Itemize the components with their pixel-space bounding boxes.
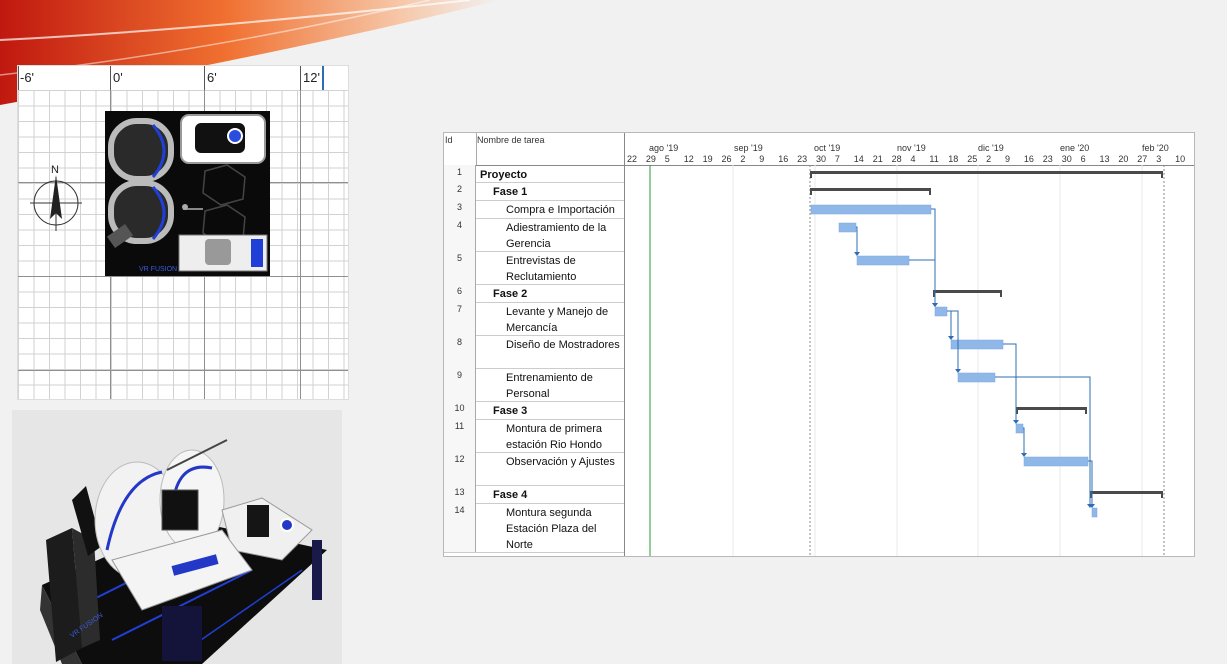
ruler-label: 0' [113,70,123,85]
task-id: 11 [444,419,476,452]
task-row[interactable]: 9 Entrenamiento de Personal [444,368,624,402]
task-bar [1015,423,1024,434]
task-name[interactable]: Diseño de Mostradores [506,337,622,353]
dependency-link [909,259,936,305]
task-id: 12 [444,452,476,485]
compass-icon: N [30,164,82,231]
summary-bar [933,290,1002,293]
task-row[interactable]: 3 Compra e Importación [444,200,624,219]
task-row[interactable]: 7 Levante y Manejo de Mercancía [444,302,624,336]
summary-bar-cap [929,188,931,195]
column-header-id[interactable]: Id [445,135,453,145]
dependency-arrow [854,252,860,256]
booth-label: VR FUSION [139,266,177,273]
dependency-arrow [932,303,938,307]
booth-3d-render: VR FUSION [12,410,342,664]
summary-bar [810,171,1163,174]
summary-bar-cap [1000,290,1002,297]
summary-bar-cap [1085,407,1087,414]
task-table: Id Nombre de tarea 1 Proyecto 2 Fase 1 3 Comp… [444,133,625,556]
compass-north-label: N [51,164,59,176]
task-name[interactable]: Fase 1 [493,184,622,200]
task-row[interactable]: 1 Proyecto [444,165,624,183]
booth-floor-plan-drawing: VR FUSION [105,111,270,276]
task-row[interactable]: 14 Montura segunda Estación Plaza del Nor… [444,503,624,553]
task-row[interactable]: 4 Adiestramiento de la Gerencia [444,218,624,252]
task-id: 4 [444,218,476,251]
summary-bar-cap [810,188,812,195]
task-row[interactable]: 8 Diseño de Mostradores [444,335,624,369]
task-row[interactable]: 5 Entrevistas de Reclutamiento [444,251,624,285]
ruler-label: 12' [303,70,320,85]
task-name[interactable]: Proyecto [480,167,622,183]
dependency-link [995,376,1091,506]
summary-bar [1016,407,1087,410]
summary-bar [1090,491,1163,494]
task-name[interactable]: Levante y Manejo de Mercancía [506,304,622,336]
task-id: 6 [444,284,476,302]
dependency-arrow [1013,420,1019,424]
task-name[interactable]: Adiestramiento de la Gerencia [506,220,622,252]
task-id: 9 [444,368,476,401]
task-bar [1091,507,1098,518]
task-id: 10 [444,401,476,419]
task-row[interactable]: 2 Fase 1 [444,182,624,201]
task-id: 13 [444,485,476,503]
summary-bar [810,188,931,191]
floor-plan-image: -6' 0' 6' 12' N VR FUSION [17,65,349,400]
task-row[interactable]: 6 Fase 2 [444,284,624,303]
task-row[interactable]: 13 Fase 4 [444,485,624,504]
column-header-name[interactable]: Nombre de tarea [477,135,545,145]
task-name[interactable]: Observación y Ajustes [506,454,622,470]
task-table-header: Id Nombre de tarea [444,133,624,166]
task-name[interactable]: Fase 3 [493,403,622,419]
task-name[interactable]: Entrevistas de Reclutamiento [506,253,622,285]
task-id: 3 [444,200,476,218]
task-id: 14 [444,503,476,552]
floor-plan-ruler: -6' 0' 6' 12' [18,66,348,91]
task-id: 7 [444,302,476,335]
ruler-label: 6' [207,70,217,85]
task-id: 8 [444,335,476,368]
task-bar [1023,456,1089,467]
task-id: 2 [444,182,476,200]
task-bar [950,339,1004,350]
task-row[interactable]: 10 Fase 3 [444,401,624,420]
task-id: 5 [444,251,476,284]
dependency-link [1003,343,1017,422]
summary-bar-cap [1161,171,1163,178]
task-bar [856,255,910,266]
gantt-bars-area [649,165,1165,556]
summary-bar-cap [810,171,812,178]
dependency-arrow [948,336,954,340]
task-bar [957,372,996,383]
task-name[interactable]: Fase 4 [493,487,622,503]
task-name[interactable]: Fase 2 [493,286,622,302]
dependency-arrow [1021,453,1027,457]
summary-bar-cap [1161,491,1163,498]
task-name[interactable]: Montura de primera estación Rio Hondo [506,421,622,453]
gantt-timeline: ago '19 sep '19 oct '19 nov '19 dic '19 ene '… [625,133,1194,556]
ruler-label: -6' [20,70,35,85]
dependency-link [947,310,952,338]
task-row[interactable]: 12 Observación y Ajustes [444,452,624,486]
task-bar [810,204,932,215]
dependency-arrow [955,369,961,373]
task-id: 1 [444,165,476,182]
gantt-chart: Id Nombre de tarea 1 Proyecto 2 Fase 1 3 Comp… [443,132,1195,557]
task-bar [934,306,948,317]
task-name[interactable]: Montura segunda Estación Plaza del Norte [506,505,622,553]
task-name[interactable]: Compra e Importación [506,202,622,218]
task-bar [838,222,857,233]
task-name[interactable]: Entrenamiento de Personal [506,370,622,402]
task-row[interactable]: 11 Montura de primera estación Rio Hondo [444,419,624,453]
